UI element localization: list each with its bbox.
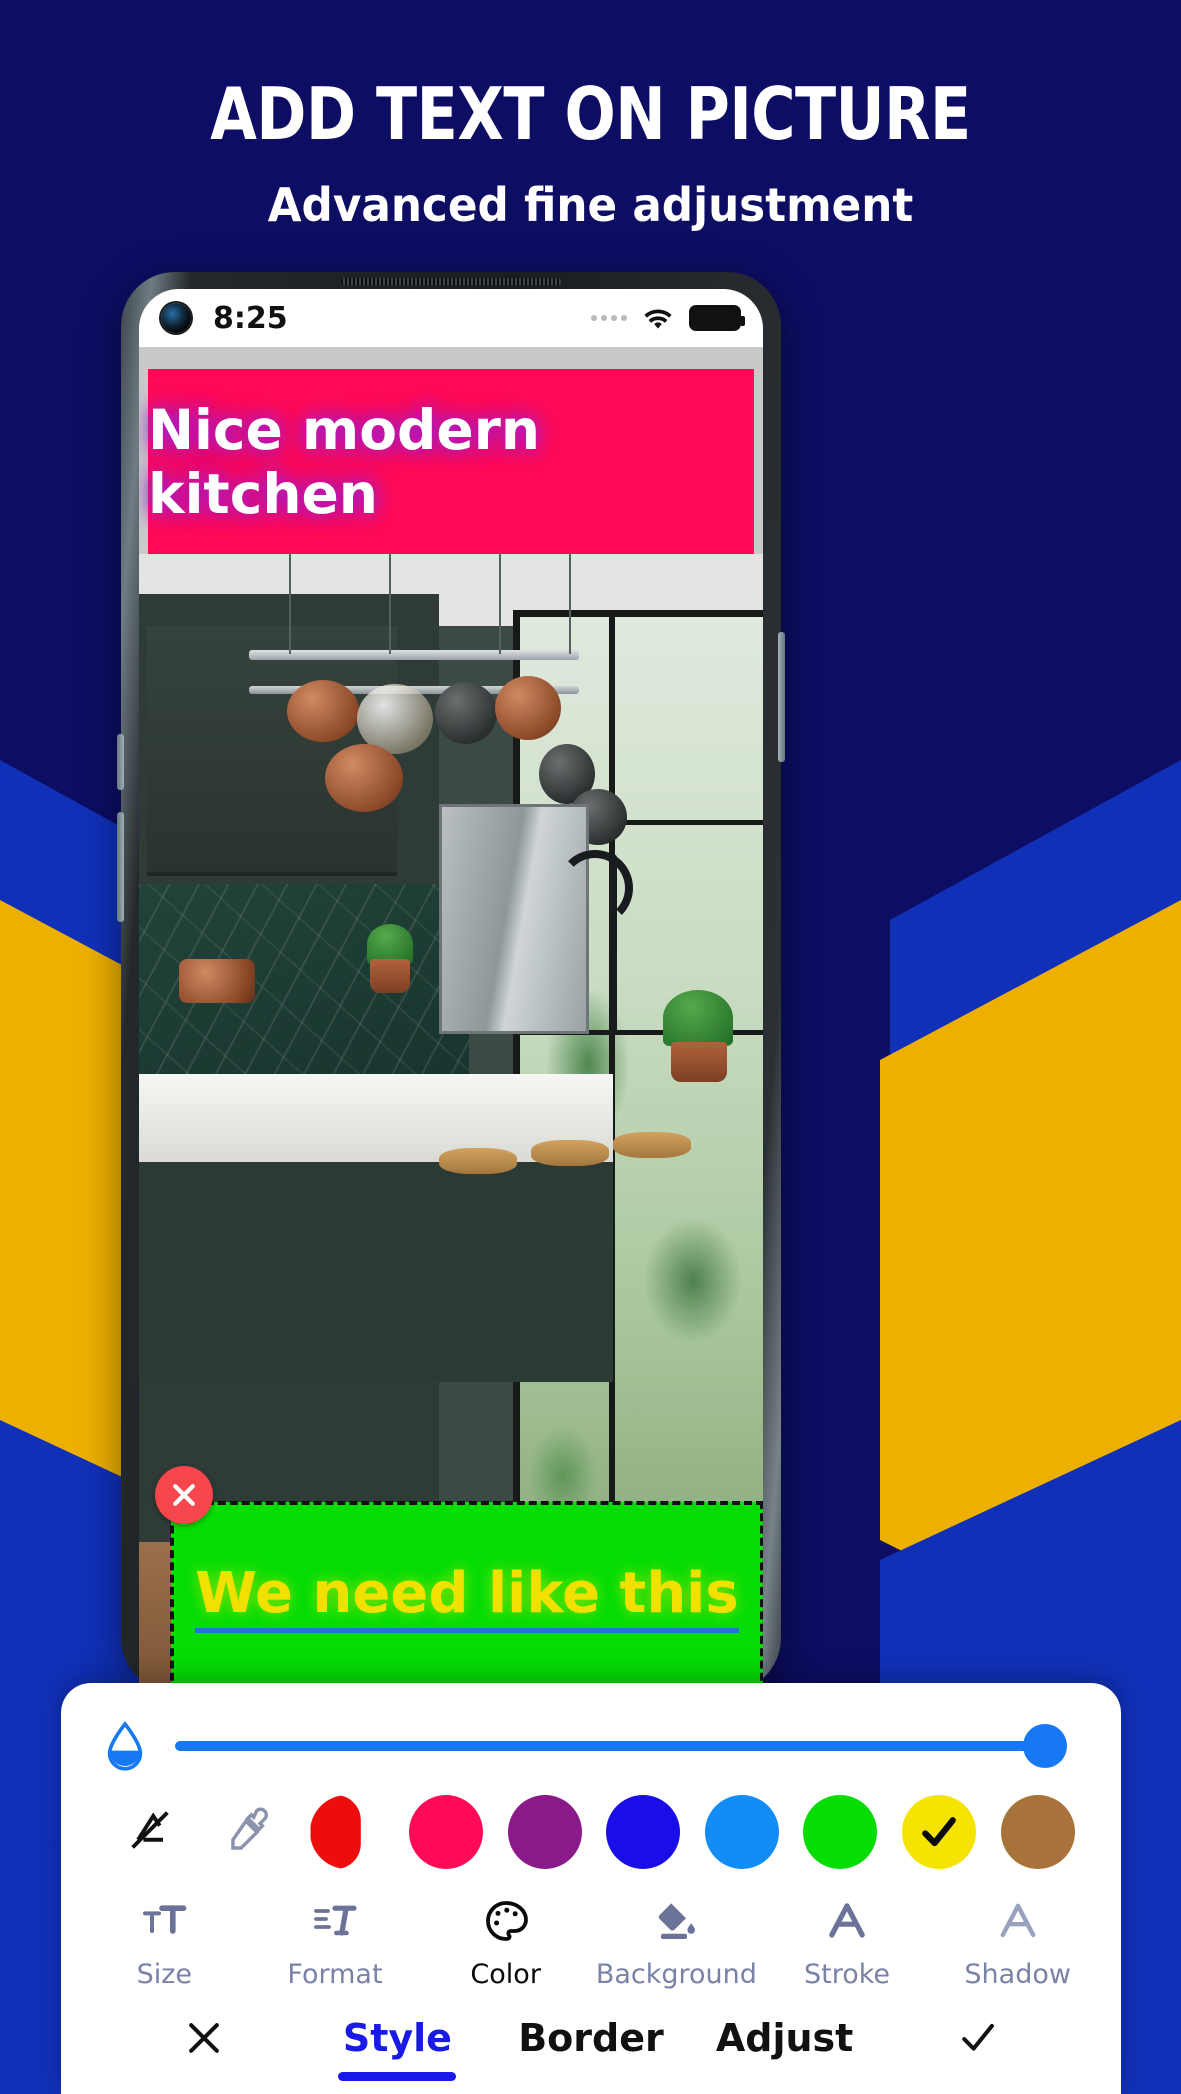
letter-a-stroke-icon <box>829 1903 865 1938</box>
tab-style-label: Style <box>342 2016 452 2060</box>
volume-down-button[interactable] <box>117 812 124 922</box>
swatch-red[interactable] <box>310 1795 361 1869</box>
earpiece-speaker <box>341 278 561 285</box>
tab-adjust-label: Adjust <box>715 2016 854 2060</box>
swatch-light-blue-wrapper <box>693 1795 792 1869</box>
front-camera-punch-hole-icon <box>161 303 191 333</box>
swatch-pink[interactable] <box>409 1795 484 1869</box>
swatch-green[interactable] <box>803 1795 878 1869</box>
editor-bottom-sheet: Size Format Color Background Stroke Shad… <box>61 1683 1121 2094</box>
tool-shadow-label: Shadow <box>964 1959 1071 1990</box>
swatch-blue[interactable] <box>606 1795 681 1869</box>
volume-up-button[interactable] <box>117 734 124 790</box>
tool-stroke[interactable]: Stroke <box>762 1895 933 1990</box>
swatch-green-wrapper <box>791 1795 890 1869</box>
tool-color[interactable]: Color <box>420 1895 591 1990</box>
letter-a-shadow-icon <box>1000 1903 1036 1938</box>
no-color-button[interactable] <box>124 1804 176 1861</box>
tab-style[interactable]: Style <box>301 2016 495 2081</box>
opacity-droplet-icon[interactable] <box>103 1721 147 1771</box>
swatch-red-wrapper <box>298 1795 397 1869</box>
swatch-no-color-wrapper <box>101 1804 200 1861</box>
delete-text-overlay-button[interactable] <box>155 1466 213 1524</box>
editor-tab-bar: Style Border Adjust <box>61 1990 1121 2081</box>
swatch-purple-wrapper <box>495 1795 594 1869</box>
fill-bucket-icon-wrapper <box>591 1895 762 1947</box>
close-icon <box>173 1484 195 1506</box>
palette-icon <box>485 1901 528 1941</box>
swatch-yellow-selected[interactable] <box>902 1795 977 1869</box>
status-bar-indicators <box>591 301 745 335</box>
text-overlay-top[interactable]: Nice modern kitchen <box>148 369 754 554</box>
swatch-yellow-wrapper <box>890 1795 989 1869</box>
tab-border[interactable]: Border <box>494 2016 688 2060</box>
opacity-slider-thumb[interactable] <box>1023 1724 1067 1768</box>
swatch-brown[interactable] <box>1000 1795 1075 1869</box>
opacity-slider-row <box>61 1683 1121 1771</box>
fill-bucket-icon <box>659 1903 696 1939</box>
phone-screen: 8:25 Nice modern kitchen We need like th… <box>139 289 763 1692</box>
phone-mockup: 8:25 Nice modern kitchen We need like th… <box>117 272 785 1692</box>
color-swatch-row <box>61 1771 1121 1869</box>
text-format-icon <box>314 1905 357 1936</box>
status-bar-time: 8:25 <box>213 300 288 336</box>
close-icon <box>188 2023 219 2053</box>
selected-check-wrapper <box>902 1795 976 1869</box>
image-editing-canvas[interactable]: Nice modern kitchen We need like this <box>139 347 763 1692</box>
swatch-light-blue[interactable] <box>704 1795 779 1869</box>
power-button[interactable] <box>778 632 785 762</box>
tab-adjust[interactable]: Adjust <box>688 2016 882 2060</box>
text-size-icon-wrapper <box>79 1895 250 1947</box>
tool-shadow[interactable]: Shadow <box>932 1895 1103 1990</box>
battery-full-icon <box>689 305 745 331</box>
palette-icon-wrapper <box>420 1895 591 1947</box>
letter-a-stroke-icon-wrapper <box>762 1895 933 1947</box>
swatch-purple[interactable] <box>507 1795 582 1869</box>
eyedropper-icon <box>231 1807 268 1850</box>
check-icon <box>962 2023 995 2051</box>
letter-a-shadow-icon-wrapper <box>932 1895 1103 1947</box>
text-overlay-bottom[interactable]: We need like this <box>170 1501 763 1692</box>
swatch-brown-wrapper <box>988 1795 1087 1869</box>
tool-format[interactable]: Format <box>250 1895 421 1990</box>
check-icon <box>922 1817 956 1847</box>
no-color-icon <box>131 1810 170 1849</box>
text-size-icon <box>143 1905 187 1934</box>
tab-confirm[interactable] <box>881 2016 1075 2065</box>
swatch-pink-wrapper <box>397 1795 496 1869</box>
wifi-icon <box>644 309 672 329</box>
text-overlay-top-content: Nice modern kitchen <box>148 397 540 526</box>
status-bar: 8:25 <box>139 289 763 347</box>
tool-color-label: Color <box>470 1959 541 1990</box>
text-tools-row: Size Format Color Background Stroke Shad… <box>61 1869 1121 1990</box>
signal-dots-icon <box>591 315 627 321</box>
text-overlay-bottom-content: We need like this <box>195 1561 739 1633</box>
tab-border-label: Border <box>518 2016 664 2060</box>
tool-size-label: Size <box>136 1959 193 1990</box>
eyedropper-button[interactable] <box>223 1804 275 1861</box>
tab-active-indicator <box>338 2072 457 2081</box>
tab-cancel[interactable] <box>107 2016 301 2065</box>
opacity-slider-track[interactable] <box>175 1724 1067 1768</box>
tool-stroke-label: Stroke <box>804 1959 891 1990</box>
tool-background-label: Background <box>595 1959 757 1990</box>
tool-background[interactable]: Background <box>591 1895 762 1990</box>
tool-size[interactable]: Size <box>79 1895 250 1990</box>
swatch-blue-wrapper <box>594 1795 693 1869</box>
text-format-icon-wrapper <box>250 1895 421 1947</box>
swatch-eyedropper-wrapper <box>200 1804 299 1861</box>
tool-format-label: Format <box>287 1959 383 1990</box>
